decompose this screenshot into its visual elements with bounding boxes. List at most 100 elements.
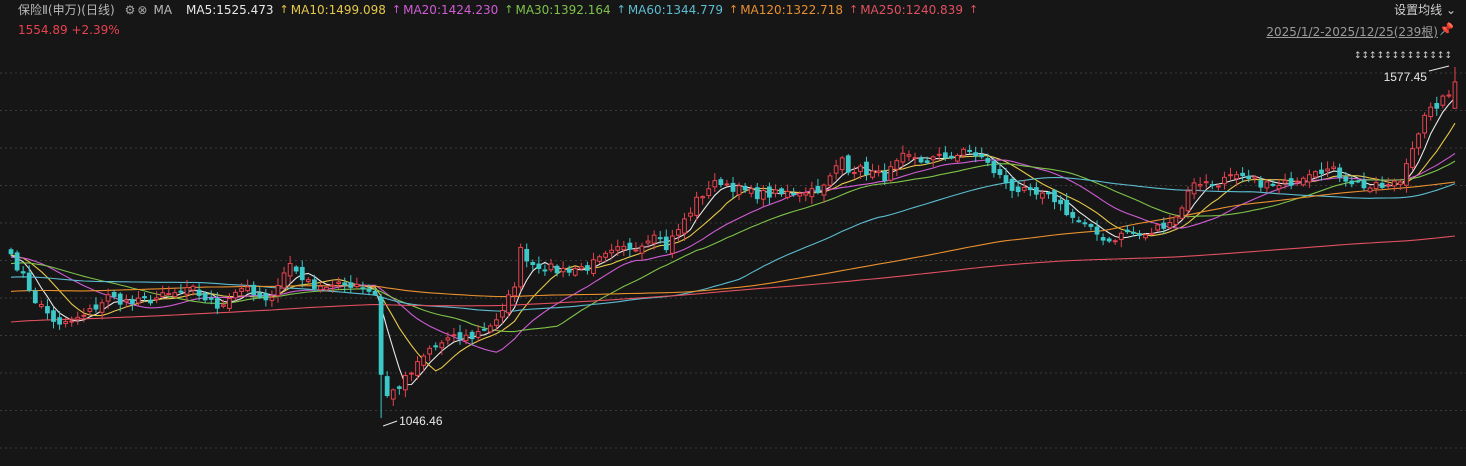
- candle-body: [1276, 185, 1282, 190]
- candle-body: [785, 190, 790, 198]
- candle-body: [578, 266, 584, 270]
- candle-body: [1434, 103, 1440, 109]
- last-price: 1554.89: [18, 23, 68, 37]
- candle-body: [372, 290, 378, 295]
- gear-icon[interactable]: ⚙: [125, 3, 136, 17]
- candle-body: [669, 235, 675, 254]
- candle-body: [1070, 212, 1076, 218]
- candle-body: [299, 266, 305, 281]
- candle-body: [1379, 182, 1385, 188]
- candle-body: [93, 304, 99, 310]
- ma20-arrow-icon: ↑: [391, 3, 402, 16]
- candle-body: [251, 284, 257, 295]
- candle-body: [445, 337, 451, 341]
- candle-body: [1222, 176, 1227, 185]
- candle-body: [536, 263, 542, 269]
- candle-body: [821, 184, 827, 196]
- candle-body: [1294, 180, 1300, 183]
- candle-body: [736, 185, 742, 196]
- candle-body: [748, 188, 754, 194]
- candle-body: [1288, 178, 1294, 186]
- candle-body: [803, 192, 809, 196]
- candle-body: [906, 154, 912, 157]
- candle-body: [111, 291, 117, 297]
- candle-body: [469, 331, 475, 340]
- candle-body: [912, 157, 918, 160]
- candle-body: [1319, 169, 1324, 174]
- candle-body: [1391, 180, 1397, 187]
- candle-body: [530, 262, 536, 265]
- candle-body: [1197, 184, 1203, 187]
- candle-body: [38, 303, 44, 308]
- pin-icon[interactable]: 📌: [1439, 22, 1454, 36]
- candle-body: [833, 165, 839, 174]
- candle-body: [1252, 176, 1258, 179]
- candle-body: [851, 171, 857, 174]
- ma250-value: MA250:1240.839: [860, 2, 963, 17]
- candle-body: [81, 314, 87, 317]
- candle-body: [967, 149, 972, 152]
- candle-body: [742, 185, 748, 191]
- candle-body: [1003, 175, 1009, 184]
- candle-body: [87, 308, 93, 312]
- close-circle-icon[interactable]: ⊗: [137, 3, 147, 17]
- candle-body: [512, 286, 517, 297]
- candle-body: [621, 245, 627, 251]
- candle-body: [603, 252, 608, 258]
- ma250-arrow-icon: ↑: [848, 3, 859, 16]
- candle-body: [1185, 190, 1191, 212]
- candle-body: [1052, 189, 1057, 203]
- candle-body: [949, 155, 954, 159]
- candle-body: [1385, 184, 1391, 187]
- candle-body: [245, 286, 251, 292]
- candle-body: [8, 249, 14, 255]
- ma10-line: [10, 122, 1456, 372]
- candle-body: [754, 187, 760, 200]
- ma10-value: MA10:1499.098: [290, 2, 386, 17]
- candle-body: [1112, 240, 1118, 243]
- ma10-arrow-icon: ↑: [279, 3, 289, 16]
- candle-body: [1173, 216, 1179, 226]
- candle-body: [900, 152, 906, 163]
- candle-body: [1064, 199, 1070, 216]
- candle-body: [500, 309, 505, 318]
- ma120-arrow-icon: ↑: [728, 3, 739, 16]
- candle-body: [342, 282, 348, 286]
- candle-body: [312, 279, 317, 289]
- candle-body: [69, 320, 75, 323]
- candle-body: [1131, 231, 1136, 234]
- ma5-value: MA5:1525.473: [186, 2, 274, 17]
- candle-body: [378, 296, 384, 375]
- candle-body: [700, 196, 706, 199]
- candle-body: [924, 160, 930, 163]
- ma60-arrow-icon: ↑: [616, 3, 626, 16]
- candle-body: [1033, 187, 1039, 195]
- candle-body: [1367, 187, 1373, 193]
- candle-body: [1337, 167, 1343, 178]
- candle-body: [1234, 174, 1239, 180]
- candle-body: [1270, 183, 1276, 186]
- candle-body: [645, 240, 651, 244]
- candle-body: [1088, 224, 1094, 227]
- candle-body: [1161, 222, 1167, 229]
- ma-settings-button[interactable]: 设置均线 ⌄: [1394, 1, 1456, 18]
- candle-body: [1246, 175, 1252, 179]
- date-range-link[interactable]: 2025/1/2-2025/12/25(239根): [1266, 23, 1438, 40]
- high-arrow-icon: [1428, 65, 1450, 72]
- candle-body: [864, 161, 869, 175]
- candle-body: [651, 234, 657, 244]
- candle-body: [1428, 106, 1434, 118]
- high-annotation: 1577.45: [1384, 70, 1428, 84]
- candle-body: [494, 319, 499, 326]
- candle-body: [730, 182, 736, 192]
- candle-body: [876, 170, 881, 173]
- candle-body: [457, 332, 463, 340]
- candlestick-chart[interactable]: 1046.46 1577.45 ↕↕↕↕↕↕↕↕↕↕↕↕↕: [0, 0, 1466, 466]
- candle-body: [694, 196, 699, 216]
- candle-body: [1015, 186, 1021, 193]
- candle-body: [1355, 180, 1361, 183]
- candle-body: [1349, 180, 1355, 185]
- candle-body: [1179, 207, 1185, 219]
- candle-body: [190, 285, 196, 291]
- candle-body: [227, 298, 232, 309]
